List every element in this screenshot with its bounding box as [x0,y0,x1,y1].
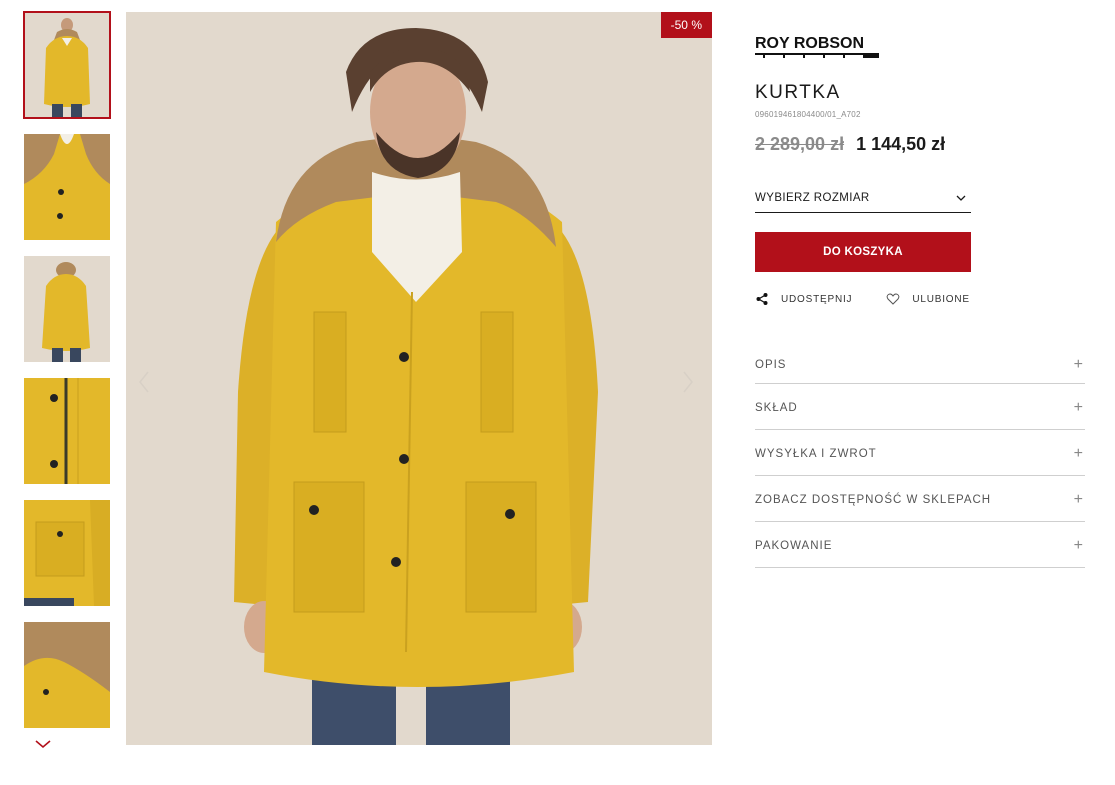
sale-price: 1 144,50 zł [856,134,946,154]
size-select[interactable]: WYBIERZ ROZMIAR [755,183,971,213]
add-to-cart-button[interactable]: DO KOSZYKA [755,232,971,272]
thumbnail-list [23,11,111,744]
thumbnail-back[interactable] [24,256,110,362]
accordion-label: WYSYŁKA I ZWROT [755,447,877,460]
share-button[interactable]: UDOSTĘPNIJ [755,292,852,306]
thumbnail-front[interactable] [23,11,111,119]
accordion-label: OPIS [755,358,787,371]
plus-icon: + [1073,398,1083,416]
product-accordion: OPIS + SKŁAD + WYSYŁKA I ZWROT + ZOBACZ … [755,344,1085,568]
plus-icon: + [1073,355,1083,373]
discount-badge: -50 % [660,12,712,38]
favorite-label: ULUBIONE [912,293,970,305]
accordion-composition[interactable]: SKŁAD + [755,384,1085,430]
accordion-packaging[interactable]: PAKOWANIE + [755,522,1085,568]
chevron-right-icon[interactable] [678,368,698,396]
product-sku: 096019461804400/01_A702 [755,110,861,119]
chevron-down-icon [956,195,966,201]
plus-icon: + [1073,536,1083,554]
chevron-down-icon[interactable] [33,736,53,752]
product-title: KURTKA [755,82,841,103]
main-product-image: -50 % [126,12,712,745]
plus-icon: + [1073,490,1083,508]
share-label: UDOSTĘPNIJ [781,293,853,305]
brand-logo[interactable]: ROY ROBSON [755,30,879,60]
favorite-button[interactable]: ULUBIONE [886,292,970,306]
share-icon [756,293,768,305]
heart-icon [886,293,900,305]
price-block: 2 289,00 zł 1 144,50 zł [755,134,1085,155]
accordion-description[interactable]: OPIS + [755,344,1085,384]
accordion-label: PAKOWANIE [755,539,833,552]
product-photo [126,12,712,745]
accordion-label: ZOBACZ DOSTĘPNOŚĆ W SKLEPACH [755,493,992,506]
product-actions: UDOSTĘPNIJ ULUBIONE [755,292,1085,306]
accordion-label: SKŁAD [755,401,798,414]
thumbnail-fur[interactable] [24,622,110,728]
product-info: ROY ROBSON KURTKA 096019461804400/01_A70… [755,30,1085,568]
svg-text:ROY ROBSON: ROY ROBSON [755,35,864,52]
accordion-shipping-returns[interactable]: WYSYŁKA I ZWROT + [755,430,1085,476]
thumbnail-pocket[interactable] [24,500,110,606]
accordion-store-availability[interactable]: ZOBACZ DOSTĘPNOŚĆ W SKLEPACH + [755,476,1085,522]
thumbnail-zip[interactable] [24,378,110,484]
size-select-label: WYBIERZ ROZMIAR [755,191,870,204]
plus-icon: + [1073,444,1083,462]
thumbnail-hood[interactable] [24,134,110,240]
old-price: 2 289,00 zł [755,134,845,154]
chevron-left-icon[interactable] [134,368,154,396]
